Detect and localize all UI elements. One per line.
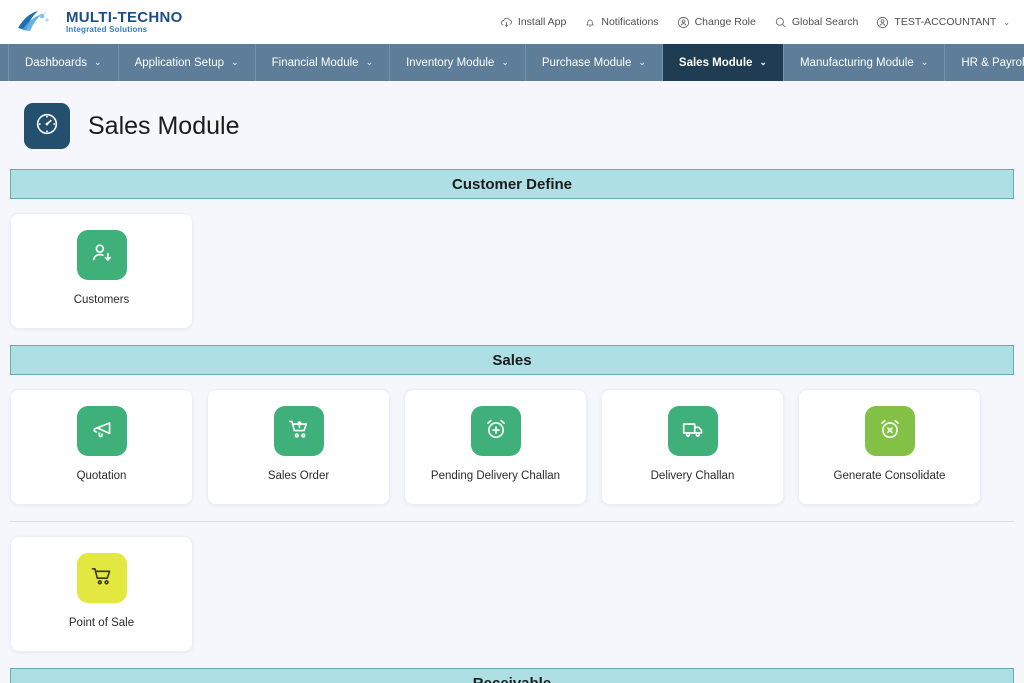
chevron-down-icon: ⌄ (638, 57, 646, 67)
logo-icon (16, 8, 58, 36)
card-row-sales-1: Quotation Sales Order Pending Delivery C… (10, 389, 1014, 505)
section-header-receivable: Receivable (10, 668, 1014, 683)
card-icon-tile (470, 406, 521, 456)
main-navigation: Dashboards ⌄ Application Setup ⌄ Financi… (0, 44, 1024, 81)
card-icon-tile (76, 230, 127, 280)
nav-item-inventory-module[interactable]: Inventory Module ⌄ (390, 44, 526, 81)
shopping-cart-icon (89, 563, 115, 594)
card-icon-tile (76, 553, 127, 603)
notifications-label: Notifications (601, 16, 659, 28)
search-icon (774, 16, 787, 29)
chevron-down-icon: ⌄ (759, 57, 767, 67)
nav-label: Dashboards (25, 56, 88, 69)
brand-name: MULTI-TECHNO (66, 8, 183, 26)
install-app-label: Install App (517, 16, 567, 28)
nav-item-dashboards[interactable]: Dashboards ⌄ (8, 44, 119, 81)
card-row-sales-2: Point of Sale (10, 536, 1014, 652)
card-row-customer-define: Customers (10, 213, 1014, 329)
chevron-down-icon: ⌄ (231, 57, 239, 67)
chevron-down-icon: ⌄ (365, 57, 374, 67)
user-account-label: TEST-ACCOUNTANT (894, 16, 997, 28)
nav-label: Inventory Module (406, 56, 495, 69)
global-search-button[interactable]: Global Search (774, 16, 859, 29)
nav-label: HR & Payroll (961, 56, 1024, 69)
chevron-down-icon: ⌄ (501, 57, 509, 67)
change-role-label: Change Role (694, 16, 756, 28)
card-icon-tile (864, 406, 915, 456)
nav-item-application-setup[interactable]: Application Setup ⌄ (119, 44, 256, 81)
card-point-of-sale[interactable]: Point of Sale (10, 536, 193, 652)
nav-label: Sales Module (678, 56, 753, 69)
nav-item-manufacturing-module[interactable]: Manufacturing Module ⌄ (784, 44, 946, 81)
card-sales-order[interactable]: Sales Order (207, 389, 390, 505)
card-pending-delivery-challan[interactable]: Pending Delivery Challan (404, 389, 587, 505)
nav-item-sales-module[interactable]: Sales Module ⌄ (662, 44, 784, 81)
page-title-icon-box (24, 103, 70, 149)
alarm-cancel-icon (877, 416, 903, 447)
card-label: Customers (73, 294, 130, 306)
install-app-button[interactable]: Install App (500, 16, 566, 29)
user-add-icon (89, 240, 115, 271)
user-account-menu[interactable]: TEST-ACCOUNTANT ⌄ (876, 16, 1010, 29)
nav-label: Application Setup (134, 56, 225, 69)
card-icon-tile (273, 406, 324, 456)
cart-upload-icon (286, 416, 312, 447)
card-icon-tile (76, 406, 127, 456)
chevron-down-icon: ⌄ (94, 57, 102, 67)
cloud-download-icon (500, 16, 513, 29)
section-header-sales: Sales (10, 345, 1014, 375)
card-generate-consolidate[interactable]: Generate Consolidate (798, 389, 981, 505)
top-header: MULTI-TECHNO Integrated Solutions Instal… (0, 0, 1024, 44)
notifications-button[interactable]: Notifications (584, 16, 659, 29)
card-label: Generate Consolidate (833, 470, 946, 482)
card-icon-tile (667, 406, 718, 456)
card-label: Pending Delivery Challan (430, 470, 561, 482)
header-utilities: Install App Notifications Change Role Gl… (500, 16, 1010, 29)
page-title-row: Sales Module (0, 81, 1024, 169)
nav-item-financial-module[interactable]: Financial Module ⌄ (256, 44, 391, 81)
alarm-plus-icon (483, 416, 509, 447)
card-delivery-challan[interactable]: Delivery Challan (601, 389, 784, 505)
nav-label: Financial Module (271, 56, 359, 69)
app-window: MULTI-TECHNO Integrated Solutions Instal… (0, 0, 1024, 683)
chevron-down-icon: ⌄ (1003, 17, 1010, 27)
brand-tagline: Integrated Solutions (66, 24, 148, 34)
global-search-label: Global Search (791, 16, 859, 28)
card-label: Quotation (76, 470, 127, 482)
card-customers[interactable]: Customers (10, 213, 193, 329)
section-header-customer-define: Customer Define (10, 169, 1014, 199)
truck-icon (680, 416, 706, 447)
nav-item-purchase-module[interactable]: Purchase Module ⌄ (526, 44, 663, 81)
user-circle-icon (876, 16, 889, 29)
chevron-down-icon: ⌄ (920, 57, 929, 67)
nav-label: Manufacturing Module (799, 56, 914, 69)
card-label: Sales Order (267, 470, 330, 482)
user-switch-icon (677, 16, 690, 29)
module-content: Customer Define Customers Sales Quotatio… (0, 169, 1024, 683)
nav-label: Purchase Module (541, 56, 632, 69)
card-quotation[interactable]: Quotation (10, 389, 193, 505)
change-role-button[interactable]: Change Role (677, 16, 756, 29)
row-divider (10, 521, 1014, 522)
page-title: Sales Module (88, 111, 240, 140)
brand-logo[interactable]: MULTI-TECHNO Integrated Solutions (16, 8, 183, 36)
nav-item-hr-payroll[interactable]: HR & Payroll ⌄ (945, 44, 1024, 81)
card-label: Delivery Challan (650, 470, 735, 482)
gauge-icon (34, 111, 60, 142)
megaphone-icon (89, 416, 115, 447)
bell-icon (584, 16, 596, 29)
card-label: Point of Sale (68, 617, 135, 629)
